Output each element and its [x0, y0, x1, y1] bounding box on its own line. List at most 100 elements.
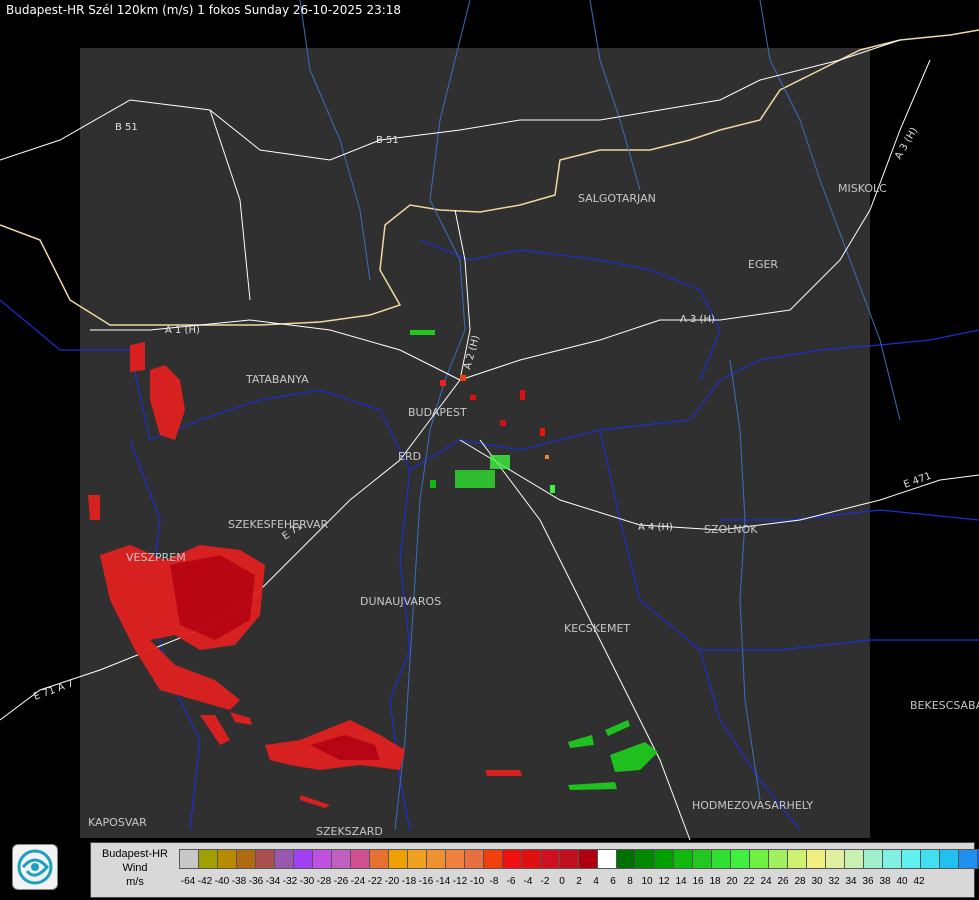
legend-swatch — [369, 849, 389, 869]
legend-tick-label: 32 — [828, 876, 840, 887]
legend-tick-label: -14 — [435, 876, 451, 887]
road-label: A 4 (H) — [638, 522, 673, 533]
legend-swatch — [331, 849, 351, 869]
city-label: DUNAUJVAROS — [360, 595, 441, 608]
city-label: HODMEZOVASARHELY — [692, 799, 813, 812]
legend-swatch — [597, 849, 617, 869]
legend-title-product: Wind — [122, 862, 148, 874]
legend-tick-label: -26 — [333, 876, 349, 887]
legend-swatch — [236, 849, 256, 869]
city-label: VESZPREM — [126, 551, 186, 564]
city-label: KECSKEMET — [564, 622, 630, 635]
legend-tick-label: -34 — [265, 876, 281, 887]
legend-tick-label: -2 — [540, 876, 550, 887]
legend-tick-label: 16 — [692, 876, 704, 887]
legend-swatch — [407, 849, 427, 869]
city-label: EGER — [748, 258, 778, 271]
legend-tick-label: 12 — [658, 876, 670, 887]
legend-swatch — [768, 849, 788, 869]
legend-tick-label: 28 — [794, 876, 806, 887]
legend-swatch — [692, 849, 712, 869]
legend-swatch — [445, 849, 465, 869]
legend-swatch — [654, 849, 674, 869]
legend-swatch — [730, 849, 750, 869]
legend-swatch — [825, 849, 845, 869]
legend-swatch — [255, 849, 275, 869]
legend-tick-label: -38 — [231, 876, 247, 887]
legend-tick-label: -22 — [367, 876, 383, 887]
legend-swatch — [198, 849, 218, 869]
road-label: B 51 — [376, 135, 399, 146]
legend-swatch — [711, 849, 731, 869]
legend-swatch — [350, 849, 370, 869]
city-label: SALGOTARJAN — [578, 192, 656, 205]
legend-tick-label: -28 — [316, 876, 332, 887]
legend-swatch — [616, 849, 636, 869]
legend-swatch — [274, 849, 294, 869]
radar-map: B 51 B 51 A 3 (H) A 3 (H) A 2 (H) A 1 (H… — [0, 0, 979, 841]
city-label: KAPOSVAR — [88, 816, 147, 829]
legend-swatch — [939, 849, 959, 869]
road-label: A 1 (H) — [165, 325, 200, 336]
legend-swatch — [882, 849, 902, 869]
legend-tick-label: 22 — [743, 876, 755, 887]
legend-swatch — [806, 849, 826, 869]
legend-tick-label: 2 — [576, 876, 582, 887]
city-label: SZOLNOK — [704, 523, 758, 536]
legend-tick-label: 36 — [862, 876, 874, 887]
legend-swatch — [749, 849, 769, 869]
legend-swatch — [635, 849, 655, 869]
legend-tick-label: -8 — [489, 876, 499, 887]
legend-tick-label: 34 — [845, 876, 857, 887]
legend-tick-label: -32 — [282, 876, 298, 887]
legend-tick-label: 40 — [896, 876, 908, 887]
legend-swatch — [844, 849, 864, 869]
legend-tick-label: 14 — [675, 876, 687, 887]
road-label: A 3 (H) — [680, 314, 715, 325]
legend-swatch — [521, 849, 541, 869]
legend-swatch — [578, 849, 598, 869]
legend-tick-label: 0 — [559, 876, 565, 887]
legend-tick-label: -30 — [299, 876, 315, 887]
legend-swatch — [388, 849, 408, 869]
city-label: SZEKSZARD — [316, 825, 383, 838]
legend-swatch — [293, 849, 313, 869]
legend-swatch — [426, 849, 446, 869]
legend-tick-label: 4 — [593, 876, 599, 887]
legend-swatch — [312, 849, 332, 869]
legend-title: Budapest-HR Wind m/s — [91, 843, 179, 897]
road-label: B 51 — [115, 122, 138, 133]
met-service-logo — [12, 844, 58, 890]
road-label: E 71 A 7 — [32, 678, 75, 703]
legend-tick-label: 30 — [811, 876, 823, 887]
legend-title-radar: Budapest-HR — [101, 848, 169, 860]
legend-tick-label: -42 — [197, 876, 213, 887]
legend-swatch — [217, 849, 237, 869]
legend-swatch — [863, 849, 883, 869]
legend-title-unit: m/s — [126, 876, 144, 888]
legend-swatch — [673, 849, 693, 869]
legend-tick-label: -16 — [418, 876, 434, 887]
legend-tick-label: -36 — [248, 876, 264, 887]
legend-tick-label: 8 — [627, 876, 633, 887]
legend-swatch — [502, 849, 522, 869]
legend-tick-label: -12 — [452, 876, 468, 887]
city-label: BUDAPEST — [408, 406, 467, 419]
legend-swatch — [464, 849, 484, 869]
legend-tick-label: 38 — [879, 876, 891, 887]
road-label: A 3 (H) — [893, 126, 920, 162]
city-label: MISKOLC — [838, 182, 887, 195]
legend-swatch — [920, 849, 940, 869]
legend-tick-label: 10 — [641, 876, 653, 887]
legend-tick-label: -10 — [469, 876, 485, 887]
legend-tick-label: 42 — [913, 876, 925, 887]
legend-swatch — [958, 849, 978, 869]
legend-tick-label: -64 — [180, 876, 196, 887]
legend-swatch — [540, 849, 560, 869]
city-label: SZEKESFEHERVAR — [228, 518, 329, 531]
legend-swatch — [483, 849, 503, 869]
city-label: ERD — [398, 450, 421, 463]
legend-tick-label: -6 — [506, 876, 516, 887]
legend-tick-label: 6 — [610, 876, 616, 887]
map-title: Budapest-HR Szél 120km (m/s) 1 fokos Sun… — [6, 3, 402, 17]
